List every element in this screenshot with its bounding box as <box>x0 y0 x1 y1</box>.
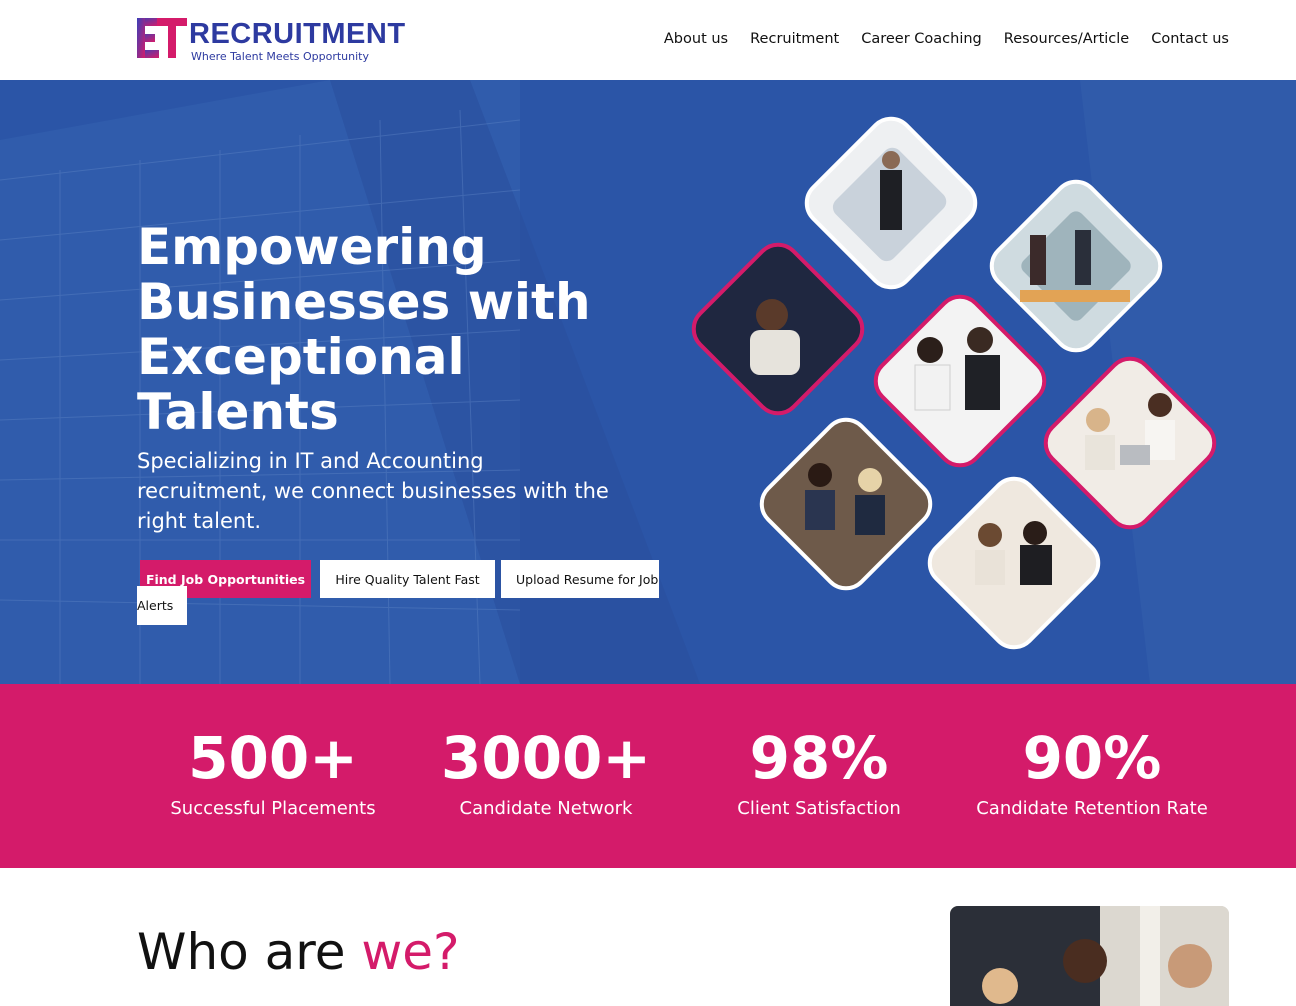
logo-tagline: Where Talent Meets Opportunity <box>191 50 369 63</box>
et-logo-icon <box>137 18 187 58</box>
photo-tile-celebrating-man <box>804 116 978 290</box>
photo-tile-team-meeting <box>759 417 933 591</box>
hero-title: Empowering Businesses with Exceptional T… <box>137 218 591 441</box>
nav-career-coaching[interactable]: Career Coaching <box>861 31 982 47</box>
hire-quality-talent-button[interactable]: Hire Quality Talent Fast <box>320 560 495 598</box>
photo-tile-business-handshake <box>873 294 1047 468</box>
stat-value: 3000+ <box>440 724 652 792</box>
main-nav: About us Recruitment Career Coaching Res… <box>664 31 1229 47</box>
stat-client-satisfaction: 98% Client Satisfaction <box>689 724 949 819</box>
photo-collage <box>691 116 1217 650</box>
stat-label: Candidate Retention Rate <box>976 798 1208 819</box>
stat-label: Successful Placements <box>170 798 376 819</box>
stat-value: 98% <box>749 724 889 792</box>
who-heading-part1: Who are <box>137 923 362 981</box>
photo-tile-woman-celebrating <box>691 242 865 416</box>
photo-tile-coworkers-tablet <box>927 476 1101 650</box>
nav-contact-us[interactable]: Contact us <box>1151 31 1229 47</box>
stat-successful-placements: 500+ Successful Placements <box>143 724 403 819</box>
stat-label: Client Satisfaction <box>737 798 901 819</box>
upload-resume-button[interactable]: Upload Resume for Job <box>501 560 659 598</box>
hero-section: Empowering Businesses with Exceptional T… <box>0 80 1296 684</box>
hero-subtitle: Specializing in IT and Accounting recrui… <box>137 449 609 533</box>
nav-about-us[interactable]: About us <box>664 31 728 47</box>
upload-resume-button-wrap[interactable]: Alerts <box>137 586 187 625</box>
team-photo <box>950 906 1229 1006</box>
stat-candidate-retention: 90% Candidate Retention Rate <box>962 724 1222 819</box>
logo[interactable]: RECRUITMENT Where Talent Meets Opportuni… <box>137 14 407 66</box>
stat-label: Candidate Network <box>459 798 633 819</box>
stat-value: 500+ <box>188 724 358 792</box>
photo-tile-handshake-office <box>989 179 1163 353</box>
stat-candidate-network: 3000+ Candidate Network <box>416 724 676 819</box>
stat-value: 90% <box>1022 724 1162 792</box>
nav-recruitment[interactable]: Recruitment <box>750 31 839 47</box>
logo-wordmark: RECRUITMENT <box>189 18 406 50</box>
photo-tile-team-laptop <box>1043 356 1217 530</box>
stats-band: 500+ Successful Placements 3000+ Candida… <box>0 684 1296 868</box>
who-heading-accent: we? <box>361 923 460 981</box>
site-header: RECRUITMENT Where Talent Meets Opportuni… <box>0 0 1296 80</box>
who-are-we-heading: Who are we? <box>137 924 460 980</box>
nav-resources-article[interactable]: Resources/Article <box>1004 31 1129 47</box>
team-photo-image <box>950 906 1229 1006</box>
